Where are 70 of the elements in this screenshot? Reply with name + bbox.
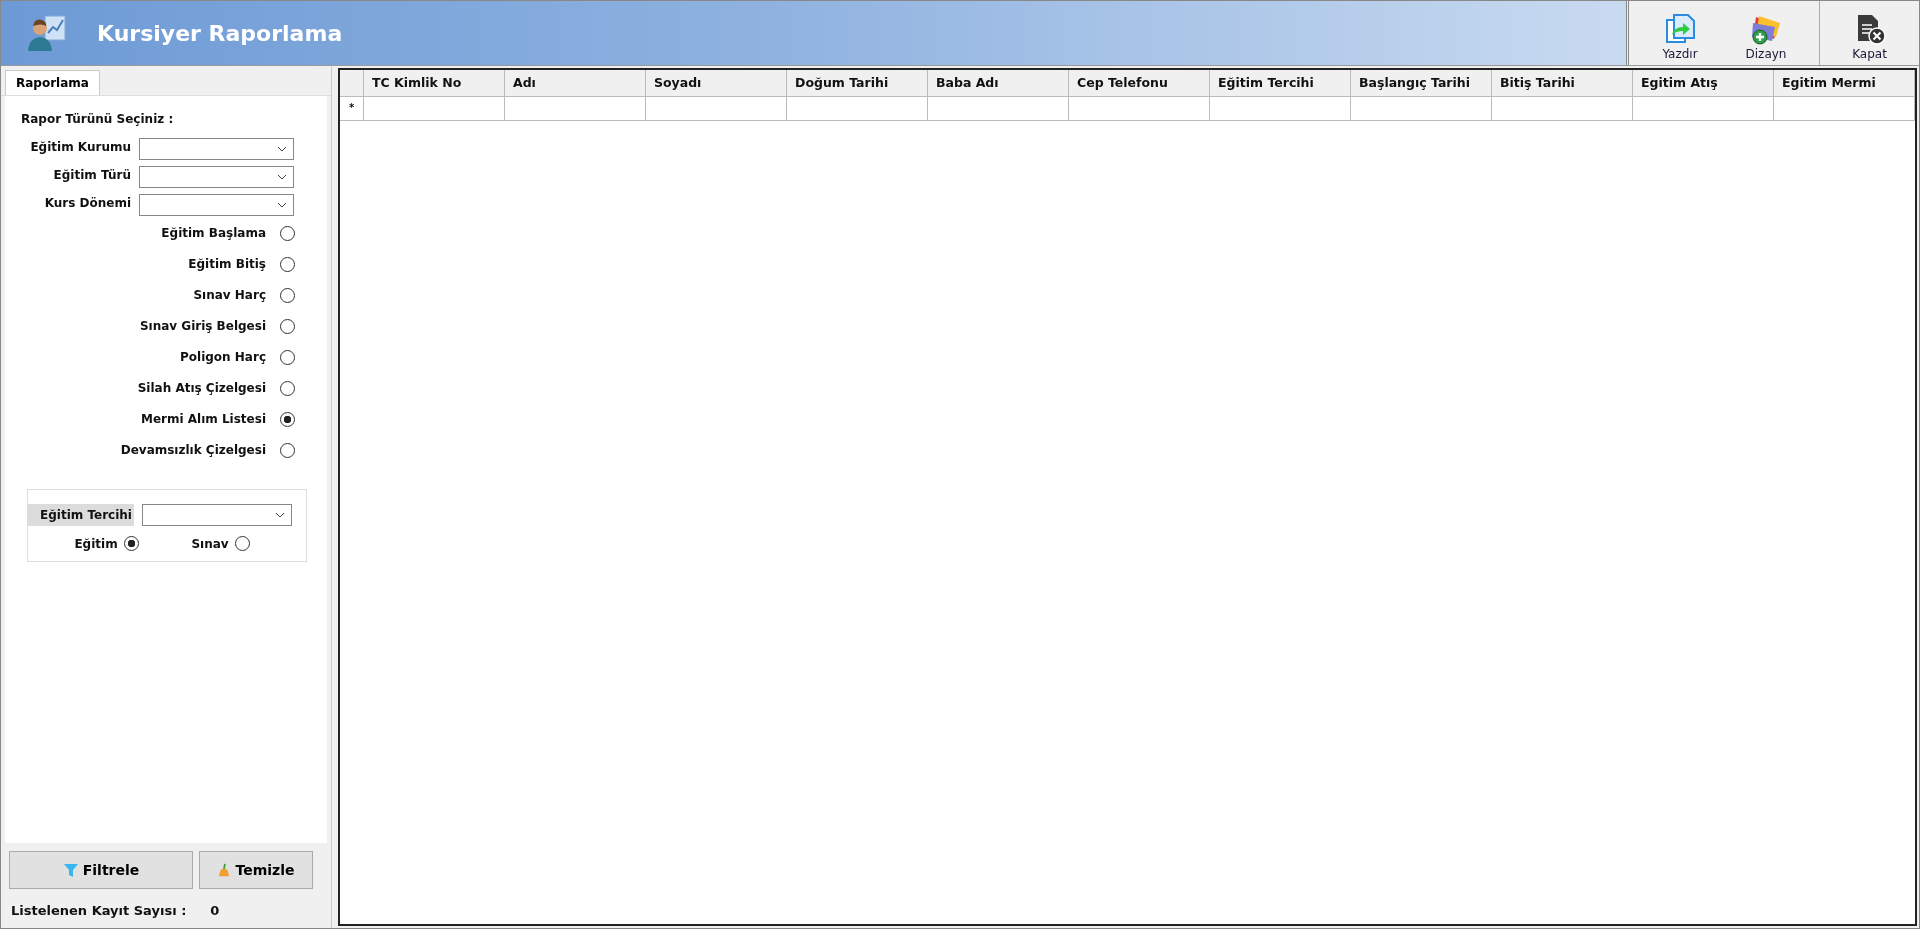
radio-label: Devamsızlık Çizelgesi — [120, 443, 266, 457]
table-cell[interactable] — [505, 97, 646, 121]
toolbar-button[interactable]: Yazdır — [1637, 1, 1723, 65]
column-header[interactable]: Egitim Atış — [1633, 70, 1774, 97]
radio-label: Eğitim Bitiş — [188, 257, 266, 271]
radio-label: Eğitim — [74, 536, 118, 551]
funnel-icon — [62, 862, 79, 878]
radio-label: Sınav — [191, 536, 229, 551]
field-label: Eğitim Tercihi — [28, 504, 134, 526]
radio-button[interactable] — [280, 411, 295, 427]
radio-button[interactable] — [234, 536, 250, 551]
column-header[interactable]: Baba Adı — [928, 70, 1069, 97]
column-header[interactable]: Soyadı — [646, 70, 787, 97]
table-cell[interactable] — [1492, 97, 1633, 121]
chevron-down-icon — [277, 174, 287, 180]
field-label: Eğitim Türü — [52, 167, 131, 182]
field-label: Kurs Dönemi — [43, 195, 131, 210]
column-header[interactable]: Başlangıç Tarihi — [1351, 70, 1492, 97]
table-cell[interactable] — [364, 97, 505, 121]
table-cell[interactable] — [1633, 97, 1774, 121]
column-header[interactable]: Doğum Tarihi — [787, 70, 928, 97]
radio-button[interactable] — [123, 536, 139, 551]
radio-button[interactable] — [280, 287, 295, 303]
record-count-value: 0 — [210, 903, 220, 918]
document-arrow-icon — [1664, 13, 1696, 45]
toolbar-button[interactable]: Kapat — [1819, 1, 1919, 65]
broom-icon — [217, 862, 232, 878]
chevron-down-icon — [274, 512, 285, 518]
radio-button[interactable] — [280, 256, 295, 272]
radio-button[interactable] — [280, 318, 295, 334]
table-cell[interactable] — [1774, 97, 1915, 121]
table-cell[interactable] — [1069, 97, 1210, 121]
column-header[interactable]: Eğitim Tercihi — [1210, 70, 1351, 97]
radio-button[interactable] — [280, 349, 295, 365]
radio-label: Poligon Harç — [180, 350, 266, 364]
column-header[interactable]: Egitim Mermi — [1774, 70, 1915, 97]
dropdown-field[interactable] — [139, 138, 294, 160]
field-label: Eğitim Kurumu — [29, 139, 131, 154]
table-cell[interactable] — [646, 97, 787, 121]
radio-label: Eğitim Başlama — [161, 226, 266, 240]
radio-label: Silah Atış Çizelgesi — [137, 381, 266, 395]
tab[interactable]: Raporlama — [5, 70, 100, 95]
action-button[interactable]: Filtrele — [9, 851, 193, 889]
radio-button[interactable] — [280, 225, 295, 241]
table-cell[interactable] — [928, 97, 1069, 121]
column-header[interactable]: Adı — [505, 70, 646, 97]
table-cell[interactable] — [1351, 97, 1492, 121]
folder-plus-icon — [1750, 13, 1782, 45]
grid-corner-cell[interactable] — [340, 70, 364, 97]
radio-label: Sınav Giriş Belgesi — [139, 319, 266, 333]
record-count-label: Listelenen Kayıt Sayısı : — [11, 903, 187, 918]
radio-button[interactable] — [280, 380, 295, 396]
chevron-down-icon — [277, 146, 287, 152]
table-cell[interactable] — [1210, 97, 1351, 121]
column-header[interactable]: Bitiş Tarihi — [1492, 70, 1633, 97]
toolbar-button[interactable]: Dizayn — [1723, 1, 1809, 65]
table-cell[interactable] — [787, 97, 928, 121]
section-heading: Rapor Türünü Seçiniz : — [21, 112, 175, 126]
chevron-down-icon — [277, 202, 287, 208]
action-button[interactable]: Temizle — [199, 851, 313, 889]
dropdown-field[interactable] — [139, 194, 294, 216]
column-header[interactable]: Cep Telefonu — [1069, 70, 1210, 97]
dropdown-field[interactable] — [141, 504, 292, 526]
window-title: Kursiyer Raporlama — [97, 20, 343, 46]
radio-button[interactable] — [280, 442, 295, 458]
radio-label: Mermi Alım Listesi — [140, 412, 266, 426]
column-header[interactable]: TC Kimlik No — [364, 70, 505, 97]
person-chart-icon — [27, 13, 67, 53]
radio-label: Sınav Harç — [193, 288, 266, 302]
dropdown-field[interactable] — [139, 166, 294, 188]
